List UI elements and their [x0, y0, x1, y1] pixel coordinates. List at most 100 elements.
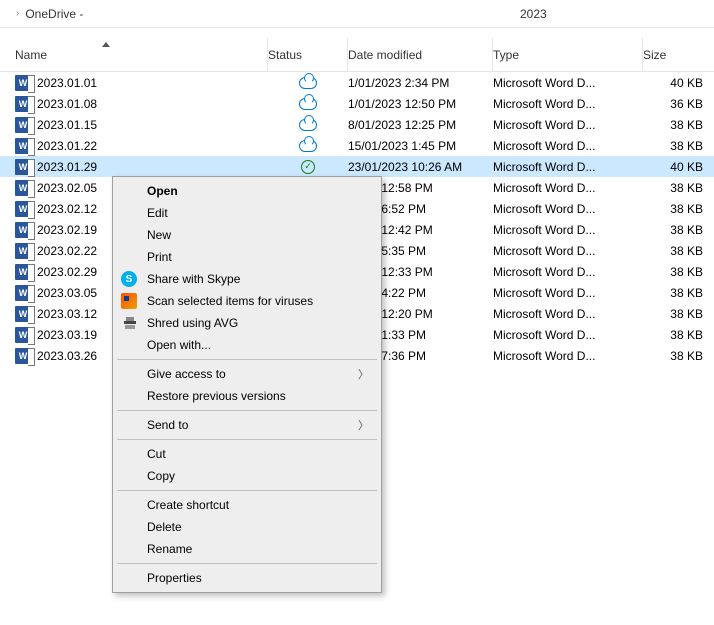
file-type-cell: Microsoft Word D...	[493, 349, 643, 363]
cloud-icon	[299, 119, 317, 131]
file-row[interactable]: 2023.01.22 15/01/2023 1:45 PMMicrosoft Wo…	[0, 135, 714, 156]
cloud-icon	[299, 140, 317, 152]
file-status-cell: ✓	[268, 160, 348, 174]
file-type-cell: Microsoft Word D...	[493, 181, 643, 195]
word-doc-icon	[15, 285, 31, 301]
file-name-cell: 2023.01.22	[0, 138, 268, 154]
file-row[interactable]: 2023.01.011/01/2023 2:34 PMMicrosoft Wor…	[0, 72, 714, 93]
file-size-cell: 40 KB	[643, 160, 713, 174]
file-type-cell: Microsoft Word D...	[493, 118, 643, 132]
column-header-status[interactable]: Status	[268, 38, 348, 71]
file-type-cell: Microsoft Word D...	[493, 139, 643, 153]
file-name-cell: 2023.01.15	[0, 117, 268, 133]
menu-delete[interactable]: Delete	[115, 516, 379, 538]
file-size-cell: 38 KB	[643, 202, 713, 216]
file-status-cell	[268, 98, 348, 110]
file-date-cell: 15/01/2023 1:45 PM	[348, 139, 493, 153]
menu-give-access-to[interactable]: Give access to 〉	[115, 363, 379, 385]
breadcrumb-chevron: ›	[16, 8, 19, 19]
file-name-label: 2023.01.01	[37, 76, 97, 90]
file-size-cell: 40 KB	[643, 76, 713, 90]
menu-copy[interactable]: Copy	[115, 465, 379, 487]
menu-open[interactable]: Open	[115, 180, 379, 202]
file-date-cell: 23/01/2023 10:26 AM	[348, 160, 493, 174]
menu-separator	[117, 410, 377, 411]
menu-separator	[117, 490, 377, 491]
menu-send-to[interactable]: Send to 〉	[115, 414, 379, 436]
menu-new[interactable]: New	[115, 224, 379, 246]
word-doc-icon	[15, 222, 31, 238]
file-row[interactable]: 2023.01.158/01/2023 12:25 PMMicrosoft Wo…	[0, 114, 714, 135]
avg-scan-icon	[121, 293, 137, 309]
file-name-label: 2023.01.29	[37, 160, 97, 174]
file-name-label: 2023.02.05	[37, 181, 97, 195]
sort-asc-icon	[102, 42, 110, 47]
column-headers: Name Status Date modified Type Size	[0, 38, 714, 72]
file-size-cell: 38 KB	[643, 328, 713, 342]
file-name-label: 2023.02.19	[37, 223, 97, 237]
file-type-cell: Microsoft Word D...	[493, 202, 643, 216]
word-doc-icon	[15, 138, 31, 154]
check-circle-icon: ✓	[301, 160, 315, 174]
file-name-label: 2023.02.22	[37, 244, 97, 258]
file-row[interactable]: 2023.01.08 1/01/2023 12:50 PMMicrosoft Wo…	[0, 93, 714, 114]
menu-open-with[interactable]: Open with...	[115, 334, 379, 356]
file-type-cell: Microsoft Word D...	[493, 244, 643, 258]
menu-share-skype[interactable]: S Share with Skype	[115, 268, 379, 290]
column-header-size[interactable]: Size	[643, 48, 713, 62]
menu-restore-previous[interactable]: Restore previous versions	[115, 385, 379, 407]
file-size-cell: 38 KB	[643, 181, 713, 195]
file-name-label: 2023.03.26	[37, 349, 97, 363]
breadcrumb[interactable]: › OneDrive - 2023	[0, 0, 714, 28]
file-row[interactable]: 2023.01.29✓23/01/2023 10:26 AMMicrosoft …	[0, 156, 714, 177]
file-status-cell	[268, 77, 348, 89]
file-name-label: 2023.01.15	[37, 118, 97, 132]
menu-separator	[117, 359, 377, 360]
file-type-cell: Microsoft Word D...	[493, 97, 643, 111]
file-name-cell: 2023.01.08	[0, 96, 268, 112]
word-doc-icon	[15, 117, 31, 133]
file-name-cell: 2023.01.29	[0, 159, 268, 175]
column-header-type[interactable]: Type	[493, 38, 643, 71]
menu-create-shortcut[interactable]: Create shortcut	[115, 494, 379, 516]
menu-separator	[117, 563, 377, 564]
file-size-cell: 38 KB	[643, 139, 713, 153]
file-name-label: 2023.01.22	[37, 139, 97, 153]
column-header-name[interactable]: Name	[0, 38, 268, 71]
file-type-cell: Microsoft Word D...	[493, 223, 643, 237]
word-doc-icon	[15, 180, 31, 196]
column-header-date[interactable]: Date modified	[348, 38, 493, 71]
file-size-cell: 38 KB	[643, 307, 713, 321]
file-size-cell: 38 KB	[643, 244, 713, 258]
word-doc-icon	[15, 264, 31, 280]
breadcrumb-current[interactable]: OneDrive -	[25, 7, 83, 21]
file-type-cell: Microsoft Word D...	[493, 328, 643, 342]
menu-scan-viruses[interactable]: Scan selected items for viruses	[115, 290, 379, 312]
menu-separator	[117, 439, 377, 440]
menu-cut[interactable]: Cut	[115, 443, 379, 465]
file-name-label: 2023.03.12	[37, 307, 97, 321]
file-size-cell: 38 KB	[643, 265, 713, 279]
word-doc-icon	[15, 75, 31, 91]
file-size-cell: 36 KB	[643, 97, 713, 111]
breadcrumb-folder[interactable]: 2023	[520, 7, 547, 21]
word-doc-icon	[15, 159, 31, 175]
file-type-cell: Microsoft Word D...	[493, 286, 643, 300]
file-size-cell: 38 KB	[643, 118, 713, 132]
menu-print[interactable]: Print	[115, 246, 379, 268]
word-doc-icon	[15, 201, 31, 217]
menu-properties[interactable]: Properties	[115, 567, 379, 589]
word-doc-icon	[15, 348, 31, 364]
word-doc-icon	[15, 327, 31, 343]
file-date-cell: 1/01/2023 12:50 PM	[348, 97, 493, 111]
menu-edit[interactable]: Edit	[115, 202, 379, 224]
menu-shred-avg[interactable]: Shred using AVG	[115, 312, 379, 334]
file-size-cell: 38 KB	[643, 223, 713, 237]
word-doc-icon	[15, 96, 31, 112]
file-name-cell: 2023.01.01	[0, 75, 268, 91]
menu-rename[interactable]: Rename	[115, 538, 379, 560]
file-type-cell: Microsoft Word D...	[493, 265, 643, 279]
cloud-icon	[299, 77, 317, 89]
skype-icon: S	[121, 271, 137, 287]
file-name-label: 2023.01.08	[37, 97, 97, 111]
